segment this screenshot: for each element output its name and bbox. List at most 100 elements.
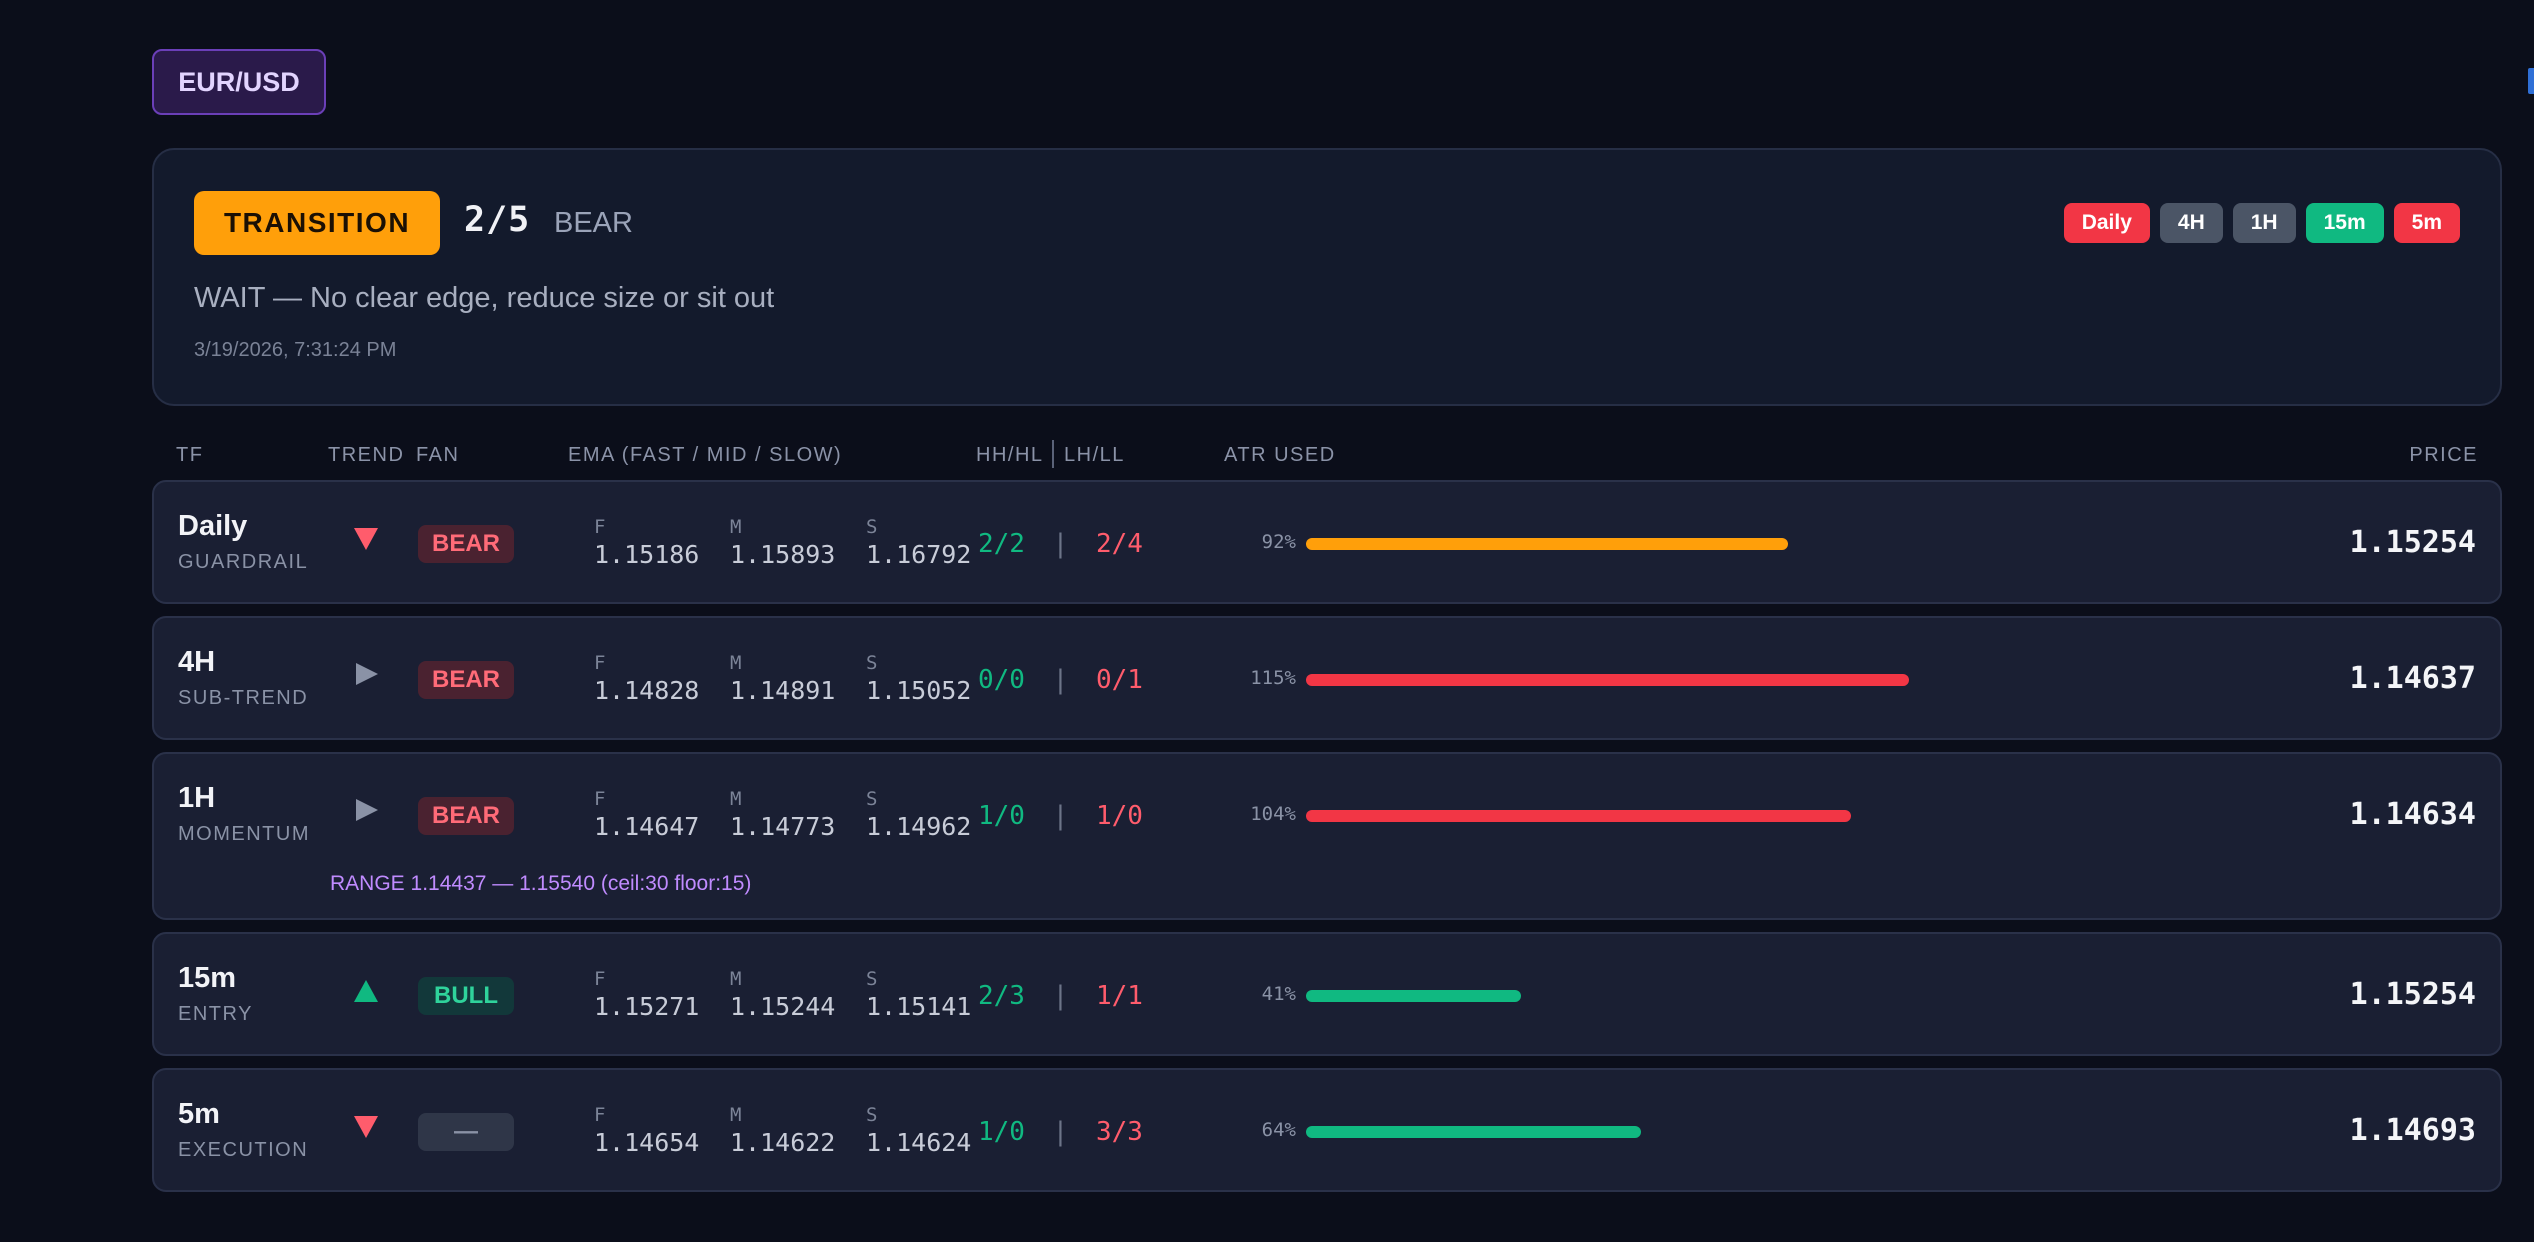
- chip-daily[interactable]: Daily: [2063, 203, 2150, 243]
- tf-name: 5m: [178, 1098, 220, 1130]
- range-note: RANGE 1.14437 — 1.15540 (ceil:30 floor:1…: [330, 872, 752, 895]
- ema-label: S: [866, 788, 878, 810]
- tf-role: MOMENTUM: [178, 823, 310, 845]
- table-row[interactable]: 15m ENTRY BULL F 1.15271 M 1.15244 S 1.151…: [152, 932, 2502, 1056]
- state-badge: TRANSITION: [194, 191, 440, 255]
- hh-hl-count: 0/0: [978, 665, 1025, 695]
- ema-value: 1.15271: [594, 992, 700, 1021]
- atr-bar-track: [1306, 990, 2106, 1002]
- col-header-atr: ATR USED: [1224, 444, 1336, 466]
- bias-label: BEAR: [554, 207, 633, 239]
- fan-badge: —: [418, 1113, 514, 1151]
- ema-s: S 1.14624: [866, 1104, 971, 1157]
- ema-value: 1.15244: [730, 992, 836, 1021]
- tf-name: Daily: [178, 510, 248, 542]
- ema-f: F 1.14654: [594, 1104, 699, 1157]
- ema-label: M: [730, 788, 742, 810]
- alignment-score: 2/5: [464, 200, 531, 240]
- chip-4h[interactable]: 4H: [2159, 203, 2223, 243]
- lh-ll-count: 2/4: [1095, 529, 1143, 559]
- tf-name: 4H: [178, 646, 216, 678]
- ema-label: M: [730, 652, 742, 674]
- ema-label: M: [730, 1104, 742, 1126]
- hh-hl-count: 2/2: [978, 529, 1025, 559]
- ema-value: 1.15052: [866, 676, 972, 705]
- structure-separator: |: [1052, 1117, 1069, 1147]
- lh-ll-count: 1/0: [1095, 801, 1143, 831]
- down-trend-icon: [354, 1116, 378, 1138]
- ema-value: 1.15141: [866, 992, 972, 1021]
- structure-separator: |: [1052, 529, 1069, 559]
- atr-bar-track: [1306, 810, 2106, 822]
- structure-counts: 2/3 | 1/1: [978, 981, 1143, 1011]
- atr-bar-fill: [1306, 1126, 1641, 1138]
- ema-label: F: [594, 516, 606, 538]
- atr-bar-fill: [1306, 990, 1521, 1002]
- ema-value: 1.16792: [866, 540, 972, 569]
- timeframe-chips: Daily 4H 1H 15m 5m: [2063, 203, 2460, 243]
- lh-ll-count: 1/1: [1095, 981, 1143, 1011]
- structure-separator: |: [1052, 981, 1069, 1011]
- table-row[interactable]: 1H MOMENTUM BEAR F 1.14647 M 1.14773 S 1.1…: [152, 752, 2502, 920]
- structure-counts: 0/0 | 0/1: [978, 665, 1143, 695]
- chip-1h[interactable]: 1H: [2232, 203, 2296, 243]
- summary-panel: TRANSITION 2/5 BEAR WAIT — No clear edge…: [152, 148, 2502, 406]
- timestamp: 3/19/2026, 7:31:24 PM: [194, 339, 397, 361]
- up-trend-icon: [354, 980, 378, 1002]
- table-row[interactable]: Daily GUARDRAIL BEAR F 1.15186 M 1.15893 S…: [152, 480, 2502, 604]
- atr-bar-fill: [1306, 810, 1851, 822]
- ema-s: S 1.14962: [866, 788, 971, 841]
- atr-bar-track: [1306, 674, 2106, 686]
- scroll-edge-indicator: [2528, 68, 2534, 94]
- atr-percent: 92%: [1261, 531, 1296, 553]
- table-row[interactable]: 4H SUB-TREND BEAR F 1.14828 M 1.14891 S 1.…: [152, 616, 2502, 740]
- ema-label: S: [866, 516, 878, 538]
- pair-selector[interactable]: EUR/USD: [152, 49, 326, 115]
- chip-15m[interactable]: 15m: [2305, 203, 2384, 243]
- hh-hl-count: 1/0: [978, 801, 1025, 831]
- fan-badge: BEAR: [418, 797, 514, 835]
- ema-label: S: [866, 652, 878, 674]
- ema-f: F 1.15271: [594, 968, 699, 1021]
- tf-name: 1H: [178, 782, 216, 814]
- lh-ll-count: 0/1: [1095, 665, 1143, 695]
- atr-percent: 115%: [1250, 667, 1296, 689]
- ema-value: 1.14624: [866, 1128, 972, 1157]
- down-trend-icon: [354, 528, 378, 550]
- ema-s: S 1.15141: [866, 968, 971, 1021]
- ema-s: S 1.15052: [866, 652, 971, 705]
- ema-m: M 1.14891: [730, 652, 835, 705]
- lh-ll-count: 3/3: [1095, 1117, 1143, 1147]
- right-trend-icon: [356, 663, 378, 685]
- atr-percent: 104%: [1250, 803, 1296, 825]
- ema-value: 1.15893: [730, 540, 836, 569]
- hh-hl-count: 1/0: [978, 1117, 1025, 1147]
- ema-m: M 1.14773: [730, 788, 835, 841]
- ema-s: S 1.16792: [866, 516, 971, 569]
- atr-bar-fill: [1306, 538, 1788, 550]
- ema-value: 1.14828: [594, 676, 700, 705]
- structure-counts: 2/2 | 2/4: [978, 529, 1143, 559]
- ema-label: M: [730, 968, 742, 990]
- ema-value: 1.14891: [730, 676, 836, 705]
- col-header-separator: [1052, 440, 1054, 468]
- ema-value: 1.14647: [594, 812, 700, 841]
- tf-role: EXECUTION: [178, 1139, 309, 1161]
- col-header-trend: TREND: [328, 444, 405, 466]
- ema-label: F: [594, 652, 606, 674]
- chip-5m[interactable]: 5m: [2393, 203, 2460, 243]
- structure-counts: 1/0 | 3/3: [978, 1117, 1143, 1147]
- ema-f: F 1.14828: [594, 652, 699, 705]
- atr-percent: 64%: [1261, 1119, 1296, 1141]
- ema-value: 1.14962: [866, 812, 972, 841]
- ema-value: 1.15186: [594, 540, 700, 569]
- ema-m: M 1.15893: [730, 516, 835, 569]
- tf-role: ENTRY: [178, 1003, 253, 1025]
- col-header-fan: FAN: [416, 444, 460, 466]
- atr-bar-track: [1306, 1126, 2106, 1138]
- ema-value: 1.14654: [594, 1128, 700, 1157]
- ema-label: M: [730, 516, 742, 538]
- atr-percent: 41%: [1261, 983, 1296, 1005]
- table-row[interactable]: 5m EXECUTION — F 1.14654 M 1.14622 S 1.146…: [152, 1068, 2502, 1192]
- ema-value: 1.14773: [730, 812, 836, 841]
